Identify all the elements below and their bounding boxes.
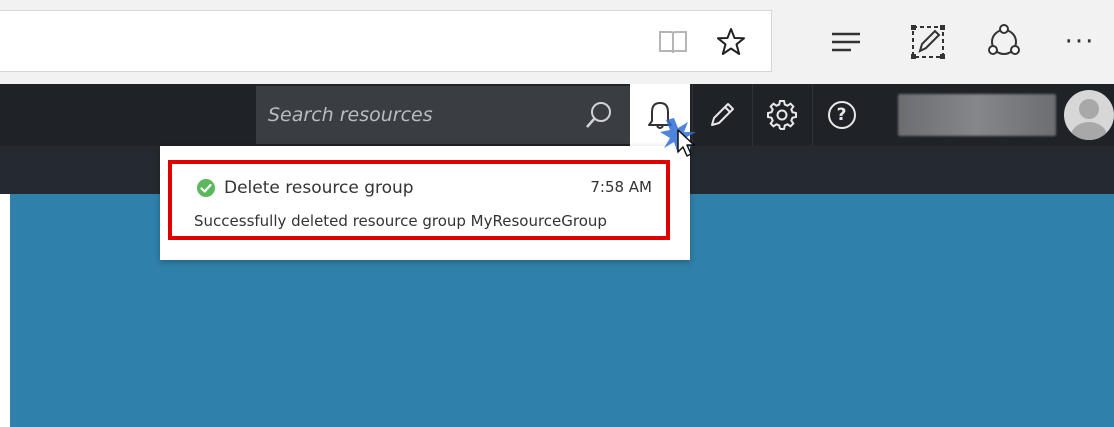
notification-item[interactable]: Delete resource group 7:58 AM Successful…: [168, 160, 670, 240]
mouse-cursor-icon: [660, 118, 696, 157]
hub-icon[interactable]: [826, 22, 866, 62]
help-label: ?: [836, 104, 847, 125]
search-input[interactable]: [268, 100, 568, 130]
portal-header: ?: [0, 84, 1114, 146]
success-check-icon: [197, 179, 215, 197]
browser-toolbar: ···: [0, 0, 1114, 84]
help-button[interactable]: ?: [812, 84, 870, 146]
avatar-icon[interactable]: [1064, 90, 1114, 140]
more-label: ···: [1064, 27, 1096, 57]
notification-time: 7:58 AM: [590, 178, 652, 196]
star-icon[interactable]: [714, 25, 748, 59]
address-bar[interactable]: [0, 10, 772, 72]
notification-title: Delete resource group: [224, 178, 414, 198]
share-icon[interactable]: [984, 22, 1024, 62]
gear-icon: [766, 100, 797, 130]
more-icon[interactable]: ···: [1060, 22, 1100, 62]
left-edge: [0, 194, 10, 427]
search-box[interactable]: [256, 86, 630, 144]
search-icon[interactable]: [582, 98, 616, 132]
settings-button[interactable]: [752, 84, 810, 146]
notification-message: Successfully deleted resource group MyRe…: [194, 212, 607, 230]
notifications-flyout: Delete resource group 7:58 AM Successful…: [160, 146, 690, 260]
help-icon: ?: [827, 101, 856, 129]
reading-view-icon[interactable]: [656, 25, 690, 59]
web-note-icon[interactable]: [908, 22, 948, 62]
pencil-icon: [710, 103, 734, 126]
account-name[interactable]: [898, 94, 1056, 136]
